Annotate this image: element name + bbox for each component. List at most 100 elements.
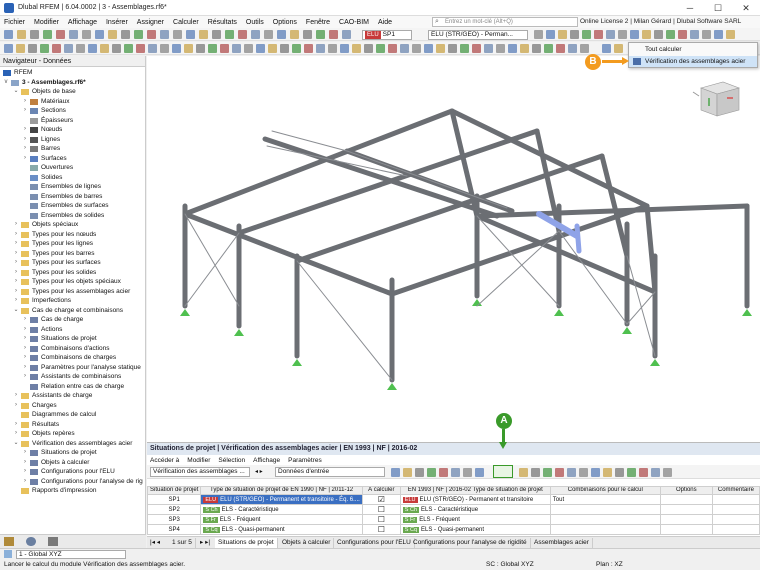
toolbar-icon[interactable]: [678, 30, 687, 39]
toolbar-icon[interactable]: [160, 44, 169, 53]
data-tab-icon[interactable]: [4, 537, 14, 546]
situation-id[interactable]: SP3: [146, 514, 202, 525]
expand-icon[interactable]: ›: [13, 230, 19, 240]
tree-item[interactable]: Ensembles de lignes: [0, 182, 146, 192]
toolbar-icon[interactable]: [568, 44, 577, 53]
toolbar-icon[interactable]: [69, 30, 78, 39]
toolbar-icon[interactable]: [415, 468, 424, 477]
tree-item[interactable]: › Types pour les lignes: [0, 239, 146, 249]
toolbar-icon[interactable]: [544, 44, 553, 53]
tree-item[interactable]: › Imperfections: [0, 296, 146, 306]
toolbar-icon[interactable]: [225, 30, 234, 39]
toolbar-icon[interactable]: [531, 468, 540, 477]
toolbar-icon[interactable]: [546, 30, 555, 39]
menu-resultats[interactable]: Résultats: [208, 19, 237, 26]
steel-member[interactable]: [389, 203, 650, 297]
options-cell[interactable]: [659, 494, 713, 505]
tree-item[interactable]: › Objets repères: [0, 429, 146, 439]
toolbar-icon[interactable]: [52, 44, 61, 53]
toolbar-icon[interactable]: [199, 30, 208, 39]
situation-type2[interactable]: S Fr ELS - Fréquent: [399, 514, 551, 525]
toolbar-icon[interactable]: [570, 30, 579, 39]
toolbar-icon[interactable]: [651, 468, 660, 477]
toolbar-icon[interactable]: [484, 44, 493, 53]
bracing[interactable]: [184, 213, 240, 307]
combinations-cell[interactable]: [549, 514, 661, 525]
tree-item[interactable]: Ensembles de surfaces: [0, 201, 146, 211]
expand-icon[interactable]: ›: [13, 296, 19, 306]
toolbar-icon[interactable]: [388, 44, 397, 53]
coord-system-select[interactable]: 1 - Global XYZ: [16, 550, 126, 559]
toolbar-icon[interactable]: [196, 44, 205, 53]
panel-menu-selection[interactable]: Sélection: [218, 457, 245, 464]
toolbar-icon[interactable]: [304, 44, 313, 53]
comment-cell[interactable]: [711, 524, 760, 535]
model-viewport[interactable]: [147, 56, 760, 442]
toolbar-icon[interactable]: [532, 44, 541, 53]
expand-icon[interactable]: ›: [13, 401, 19, 411]
options-cell[interactable]: [659, 524, 713, 535]
tab-assemblages[interactable]: Assemblages acier: [531, 538, 593, 548]
toolbar-icon[interactable]: [520, 44, 529, 53]
first-page-icon[interactable]: |◂ ◂: [147, 538, 163, 548]
expand-icon[interactable]: ›: [22, 353, 28, 363]
expand-icon[interactable]: ›: [13, 429, 19, 439]
situation-id[interactable]: SP1: [146, 494, 202, 505]
toolbar-icon[interactable]: [555, 468, 564, 477]
tree-item[interactable]: ⌄ Objets de base: [0, 87, 146, 97]
situation-type[interactable]: S Cq ELS - Quasi-permanent: [200, 524, 363, 535]
support-icon[interactable]: [387, 383, 397, 390]
toolbar-icon[interactable]: [100, 44, 109, 53]
prev-next-icon[interactable]: ◂ ▸: [255, 468, 263, 475]
data-combo[interactable]: Données d'entrée: [275, 467, 385, 477]
expand-icon[interactable]: ›: [22, 144, 28, 154]
toolbar-icon[interactable]: [603, 468, 612, 477]
view-cube[interactable]: [687, 74, 745, 120]
calculate-steel-joints-button[interactable]: [493, 465, 513, 478]
toolbar-icon[interactable]: [280, 44, 289, 53]
toolbar-icon[interactable]: [364, 44, 373, 53]
tree-item[interactable]: › Lignes: [0, 135, 146, 145]
toolbar-icon[interactable]: [582, 30, 591, 39]
menu-modifier[interactable]: Modifier: [34, 19, 59, 26]
tree-item[interactable]: › Paramètres pour l'analyse statique: [0, 363, 146, 373]
calc-checkbox[interactable]: ☐: [361, 504, 401, 515]
toolbar-icon[interactable]: [316, 30, 325, 39]
toolbar-icon[interactable]: [264, 30, 273, 39]
table-row[interactable]: SP4 S Cq ELS - Quasi-permanent ☐ S Cq ELS - Q…: [146, 524, 760, 535]
toolbar-icon[interactable]: [329, 30, 338, 39]
panel-menu-affichage[interactable]: Affichage: [253, 457, 280, 464]
tree-item[interactable]: › Matériaux: [0, 97, 146, 107]
menu-assigner[interactable]: Assigner: [137, 19, 164, 26]
tree-item[interactable]: › Situations de projet: [0, 334, 146, 344]
toolbar-icon[interactable]: [148, 44, 157, 53]
toolbar-icon[interactable]: [208, 44, 217, 53]
toolbar-icon[interactable]: [558, 30, 567, 39]
toolbar-icon[interactable]: [212, 30, 221, 39]
toolbar-icon[interactable]: [95, 30, 104, 39]
toolbar-icon[interactable]: [403, 468, 412, 477]
tree-item[interactable]: › Cas de charge: [0, 315, 146, 325]
menu-calculer[interactable]: Calculer: [173, 19, 199, 26]
loadcase-select[interactable]: ELU (STR/GEO) - Perman...: [428, 30, 528, 40]
steel-member[interactable]: [182, 211, 395, 297]
expand-icon[interactable]: ›: [13, 420, 19, 430]
tree-item[interactable]: › Situations de projet: [0, 448, 146, 458]
combinations-cell[interactable]: Tout: [549, 494, 661, 505]
expand-icon[interactable]: ›: [22, 344, 28, 354]
close-icon[interactable]: ✕: [732, 0, 760, 16]
steel-member[interactable]: [599, 153, 630, 259]
toolbar-icon[interactable]: [292, 44, 301, 53]
tree-item[interactable]: › Sections: [0, 106, 146, 116]
tree-item[interactable]: › Surfaces: [0, 154, 146, 164]
tree-item[interactable]: › Assistants de combinaisons: [0, 372, 146, 382]
bracing[interactable]: [271, 130, 348, 152]
tree-item[interactable]: › Configurations pour l'ELU: [0, 467, 146, 477]
toolbar-icon[interactable]: [251, 30, 260, 39]
tree-item[interactable]: Solides: [0, 173, 146, 183]
toolbar-icon[interactable]: [602, 44, 611, 53]
camera-tab-icon[interactable]: [48, 537, 58, 546]
toolbar-icon[interactable]: [639, 468, 648, 477]
toolbar-icon[interactable]: [543, 468, 552, 477]
expand-icon[interactable]: ›: [13, 277, 19, 287]
